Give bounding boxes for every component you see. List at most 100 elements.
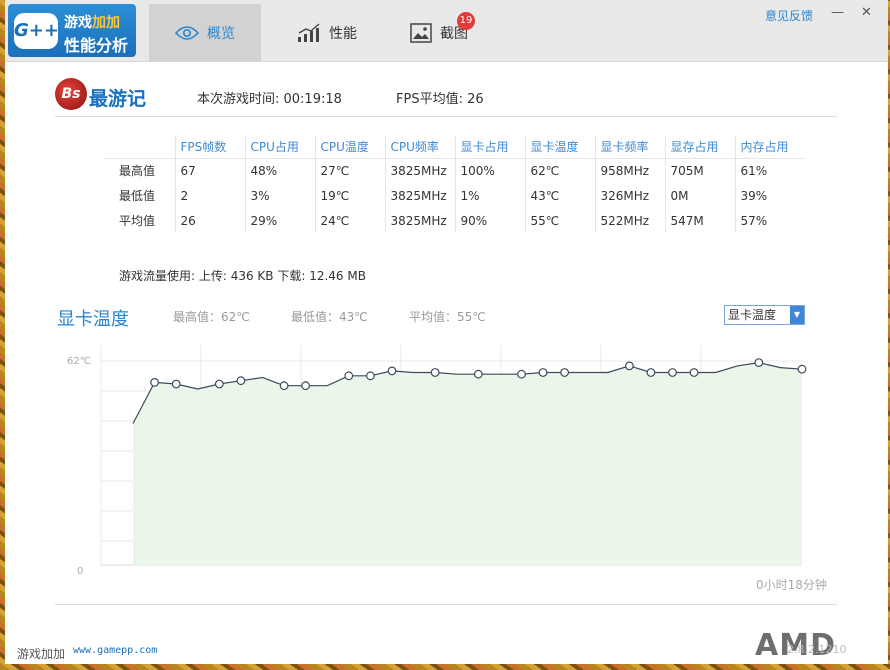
data-point[interactable] bbox=[301, 381, 311, 391]
brand-name-part2: 加加 bbox=[92, 15, 120, 31]
y-axis-top-label: 62℃ bbox=[67, 356, 91, 367]
data-point[interactable] bbox=[797, 364, 807, 374]
close-button[interactable]: ✕ bbox=[861, 5, 872, 20]
stats-cell: 19℃ bbox=[314, 183, 385, 208]
tab-performance-label: 性能 bbox=[329, 25, 357, 42]
data-point[interactable] bbox=[754, 358, 764, 368]
stats-cell: 3% bbox=[244, 183, 315, 208]
stats-cell: 3825MHz bbox=[384, 158, 455, 183]
stats-col-header: 显卡占用 bbox=[454, 136, 525, 159]
data-point[interactable] bbox=[538, 368, 548, 377]
feedback-link[interactable]: 意见反馈 bbox=[765, 7, 813, 24]
stats-cell: 3825MHz bbox=[384, 208, 455, 233]
tab-overview-label: 概览 bbox=[207, 25, 235, 42]
stats-cell: 67 bbox=[174, 158, 245, 183]
tab-performance[interactable]: 性能 bbox=[271, 4, 383, 61]
stats-row-label: 最高值 bbox=[119, 164, 156, 179]
stats-cell: 55℃ bbox=[524, 208, 595, 233]
stats-header-row: FPS帧数 CPU占用 CPU温度 CPU频率 显卡占用 显卡温度 显卡频率 显… bbox=[105, 136, 805, 159]
data-point[interactable] bbox=[214, 379, 224, 389]
performance-chart-icon bbox=[297, 22, 321, 43]
metric-select[interactable]: 显卡温度 ▼ bbox=[724, 305, 805, 325]
stats-col-header: 显存占用 bbox=[664, 136, 735, 159]
minimize-button[interactable]: — bbox=[831, 5, 844, 20]
stats-col-header: 显卡频率 bbox=[594, 136, 665, 159]
eye-icon bbox=[175, 25, 199, 41]
stats-row-min: 最低值 2 3% 19℃ 3825MHz 1% 43℃ 326MHz 0M 39… bbox=[105, 183, 805, 208]
brand-name: 游戏加加 bbox=[64, 12, 120, 32]
data-point[interactable] bbox=[689, 368, 699, 377]
divider bbox=[55, 116, 837, 117]
data-point[interactable] bbox=[236, 376, 246, 386]
stats-cell: 3825MHz bbox=[384, 183, 455, 208]
stats-cell: 1% bbox=[454, 183, 525, 208]
footer-url-link[interactable]: www.gamepp.com bbox=[73, 645, 157, 656]
data-point[interactable] bbox=[668, 368, 677, 377]
stats-cell: 57% bbox=[734, 208, 805, 233]
stats-cell: 0M bbox=[664, 183, 735, 208]
screenshot-image-icon bbox=[410, 22, 432, 43]
brand-subtitle: 性能分析 bbox=[64, 36, 129, 55]
stats-cell: 958MHz bbox=[594, 158, 665, 183]
stats-row-avg: 平均值 26 29% 24℃ 3825MHz 90% 55℃ 522MHz 54… bbox=[105, 208, 805, 233]
tab-screenshots[interactable]: 截图 bbox=[383, 4, 495, 61]
stats-cell: 705M bbox=[664, 158, 735, 183]
tab-overview[interactable]: 概览 bbox=[149, 4, 261, 61]
stats-cell: 522MHz bbox=[594, 208, 665, 233]
data-point[interactable] bbox=[517, 369, 526, 379]
data-point[interactable] bbox=[560, 368, 569, 377]
stats-cell: 2 bbox=[174, 183, 245, 208]
data-point[interactable] bbox=[473, 369, 483, 379]
screenshot-count-badge: 19 bbox=[457, 12, 475, 30]
stats-col-header: 内存占用 bbox=[734, 136, 805, 159]
data-point[interactable] bbox=[279, 381, 289, 391]
chart-min: 最低值：43℃ bbox=[291, 310, 368, 324]
stats-cell: 24℃ bbox=[314, 208, 385, 233]
fps-average: FPS平均值: 26 bbox=[396, 92, 484, 107]
data-point[interactable] bbox=[625, 361, 634, 371]
stats-cell: 29% bbox=[244, 208, 315, 233]
stats-col-header: 显卡温度 bbox=[524, 136, 595, 159]
stats-cell: 547M bbox=[664, 208, 735, 233]
footer-brand: 游戏加加 bbox=[17, 647, 66, 661]
game-logo-icon: Bs bbox=[55, 78, 87, 110]
gpp-logo-icon: G++ bbox=[14, 13, 59, 49]
stats-row-label: 最低值 bbox=[119, 189, 156, 203]
stats-cell: 90% bbox=[454, 208, 525, 233]
traffic-usage: 游戏流量使用: 上传: 436 KB 下载: 12.46 MB bbox=[119, 269, 366, 283]
divider bbox=[55, 604, 837, 605]
gpu-temp-chart: 62℃ 0 bbox=[67, 345, 807, 575]
data-point[interactable] bbox=[344, 371, 354, 381]
version-label: 2.8.2.1210 bbox=[787, 643, 847, 656]
chevron-down-icon[interactable]: ▼ bbox=[790, 306, 804, 324]
stats-header-blank bbox=[105, 136, 175, 159]
stats-cell: 61% bbox=[734, 158, 805, 183]
stats-col-header: CPU温度 bbox=[314, 136, 385, 159]
background-strip-bottom bbox=[0, 664, 890, 670]
stats-cell: 27℃ bbox=[314, 158, 385, 183]
data-point[interactable] bbox=[387, 366, 397, 376]
data-point[interactable] bbox=[171, 379, 181, 389]
data-point[interactable] bbox=[366, 371, 375, 381]
chart-avg: 平均值：55℃ bbox=[409, 310, 486, 324]
data-point[interactable] bbox=[150, 378, 159, 387]
stats-col-header: FPS帧数 bbox=[174, 136, 245, 159]
app-logo: G++ 游戏加加 性能分析 bbox=[8, 4, 136, 57]
stats-col-header: CPU占用 bbox=[244, 136, 315, 159]
stats-cell: 26 bbox=[174, 208, 245, 233]
data-point[interactable] bbox=[430, 368, 440, 377]
game-name: 最游记 bbox=[89, 88, 147, 110]
data-point[interactable] bbox=[646, 368, 656, 377]
stats-cell: 43℃ bbox=[524, 183, 595, 208]
stats-cell: 39% bbox=[734, 183, 805, 208]
header-bar: G++ 游戏加加 性能分析 概览 性能 截图 19 意见反馈 — ✕ bbox=[5, 0, 888, 62]
chart-max: 最高值：62℃ bbox=[173, 310, 250, 324]
stats-cell: 326MHz bbox=[594, 183, 665, 208]
stats-col-header: CPU频率 bbox=[384, 136, 455, 159]
stats-table: FPS帧数 CPU占用 CPU温度 CPU频率 显卡占用 显卡温度 显卡频率 显… bbox=[105, 136, 805, 233]
y-axis-bottom-label: 0 bbox=[77, 566, 83, 575]
stats-cell: 48% bbox=[244, 158, 315, 183]
play-time: 本次游戏时间: 00:19:18 bbox=[197, 92, 342, 107]
main-window: G++ 游戏加加 性能分析 概览 性能 截图 19 意见反馈 — ✕ Bs 最游… bbox=[5, 0, 888, 664]
stats-cell: 100% bbox=[454, 158, 525, 183]
